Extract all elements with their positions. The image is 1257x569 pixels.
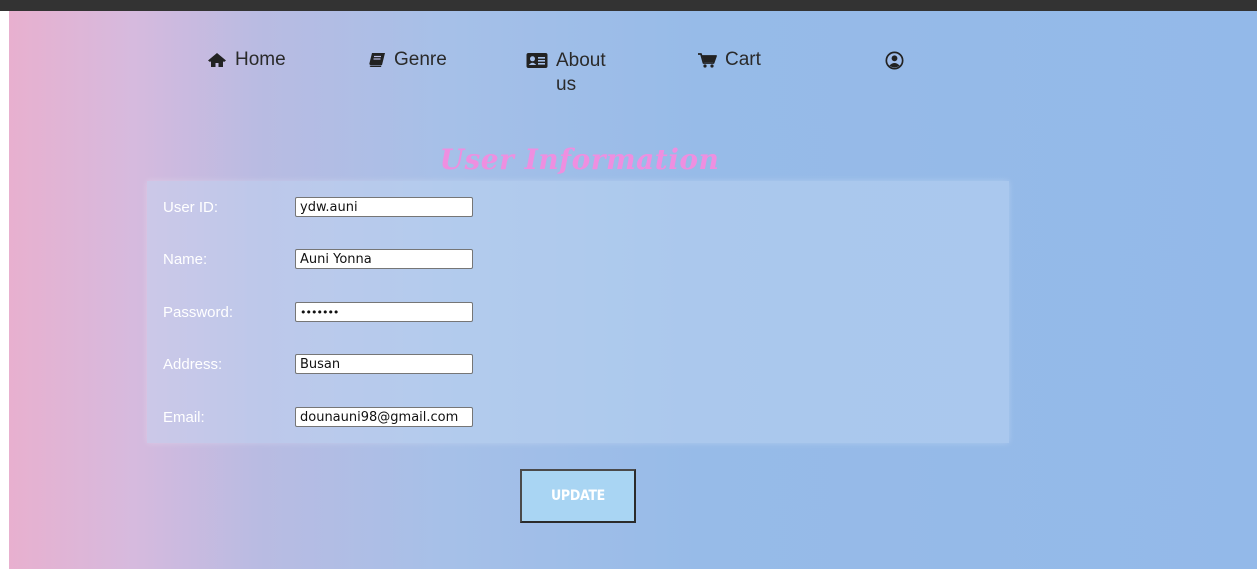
page-title: User Information bbox=[439, 143, 720, 176]
user-info-form: User ID: Name: Password: Address: Email: bbox=[147, 181, 1009, 443]
nav-cart-label: Cart bbox=[725, 49, 761, 70]
nav-home[interactable]: Home bbox=[207, 49, 286, 71]
name-input[interactable] bbox=[295, 249, 473, 269]
password-label: Password: bbox=[163, 304, 234, 321]
nav-genre[interactable]: Genre bbox=[368, 49, 447, 71]
nav-about-label: About us bbox=[556, 50, 606, 95]
form-row-address: Address: bbox=[147, 354, 1009, 374]
nav-profile[interactable] bbox=[885, 51, 904, 75]
address-input[interactable] bbox=[295, 354, 473, 374]
top-bar bbox=[0, 0, 1257, 11]
nav-genre-label: Genre bbox=[394, 49, 447, 70]
update-button[interactable]: UPDATE bbox=[520, 469, 636, 523]
email-input[interactable] bbox=[295, 407, 473, 427]
nav-cart[interactable]: Cart bbox=[697, 49, 761, 71]
nav-about-us[interactable]: About us bbox=[526, 49, 608, 97]
form-row-name: Name: bbox=[147, 249, 1009, 269]
cart-icon bbox=[698, 53, 717, 68]
form-row-password: Password: bbox=[147, 302, 1009, 322]
email-label: Email: bbox=[163, 409, 205, 426]
page-background: Home Genre About us Cart User Informatio… bbox=[9, 11, 1257, 569]
form-row-user-id: User ID: bbox=[147, 197, 1009, 217]
nav-home-label: Home bbox=[235, 49, 286, 70]
password-input[interactable] bbox=[295, 302, 473, 322]
address-card-icon bbox=[526, 53, 548, 68]
user-id-input[interactable] bbox=[295, 197, 473, 217]
user-circle-icon bbox=[885, 51, 904, 70]
name-label: Name: bbox=[163, 251, 208, 268]
user-id-label: User ID: bbox=[163, 199, 219, 216]
address-label: Address: bbox=[163, 356, 223, 373]
book-icon bbox=[369, 53, 385, 67]
home-icon bbox=[208, 53, 226, 67]
form-row-email: Email: bbox=[147, 407, 1009, 427]
